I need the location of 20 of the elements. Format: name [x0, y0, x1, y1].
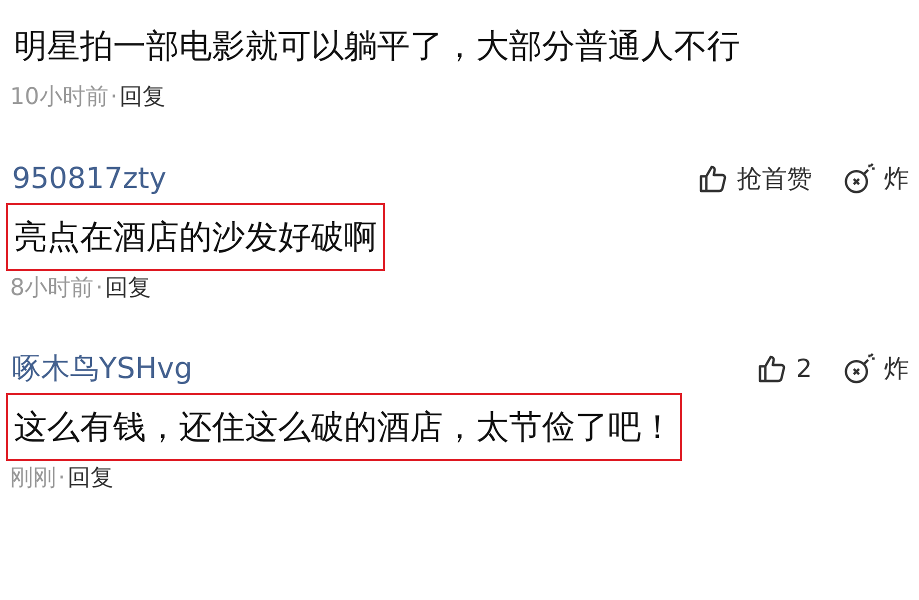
bomb-button[interactable]: 炸 — [842, 350, 909, 388]
like-button[interactable]: 2 — [756, 350, 812, 388]
separator-dot: · — [57, 464, 66, 493]
timestamp: 8小时前 — [10, 274, 94, 302]
comment-text: 明星拍一部电影就可以躺平了，大部分普通人不行 — [13, 25, 741, 67]
comment-text: 这么有钱，还住这么破的酒店，太节俭了吧！ — [6, 393, 682, 461]
username[interactable]: 啄木鸟YSHvg — [12, 347, 192, 391]
bomb-icon — [842, 352, 876, 386]
timestamp: 刚刚 — [10, 464, 56, 493]
username[interactable]: 950817zty — [12, 156, 166, 200]
reply-link[interactable]: 回复 — [67, 461, 114, 496]
bomb-button[interactable]: 炸 — [842, 160, 909, 198]
reply-link[interactable]: 回复 — [104, 270, 151, 305]
comment-text: 亮点在酒店的沙发好破啊 — [6, 202, 385, 270]
like-button[interactable]: 抢首赞 — [697, 160, 812, 198]
separator-dot: · — [94, 274, 104, 302]
separator-dot: · — [109, 83, 119, 112]
reply-link[interactable]: 回复 — [120, 80, 166, 114]
bomb-icon — [842, 162, 876, 196]
timestamp: 10小时前 — [10, 83, 108, 112]
